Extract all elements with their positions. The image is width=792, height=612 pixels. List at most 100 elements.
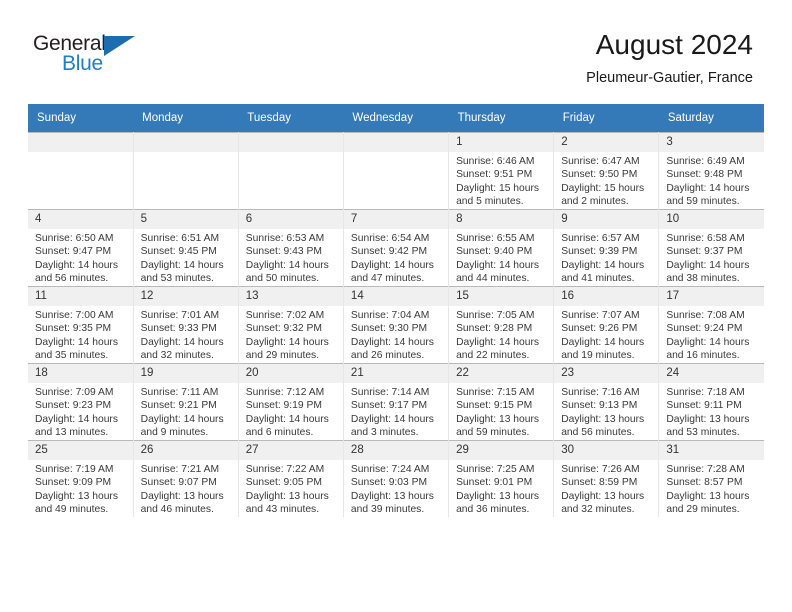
calendar-day-cell[interactable]: 28 Sunrise: 7:24 AM Sunset: 9:03 PM Dayligh…: [342, 440, 450, 517]
day-details: Sunrise: 7:00 AM Sunset: 9:35 PM Daylight:…: [28, 306, 133, 363]
calendar-day-cell[interactable]: 12 Sunrise: 7:01 AM Sunset: 9:33 PM Dayligh…: [132, 286, 239, 364]
day-number: 4: [28, 210, 133, 229]
page-header: General Blue August 2024 Pleumeur-Gautie…: [0, 0, 792, 104]
title-block: August 2024 Pleumeur-Gautier, France: [586, 28, 753, 89]
day-number: 17: [659, 287, 764, 306]
daylight-text: Daylight: 14 hours and 13 minutes.: [35, 413, 118, 439]
day-number: [343, 133, 449, 152]
calendar-day-cell[interactable]: 29 Sunrise: 7:25 AM Sunset: 9:01 PM Dayligh…: [448, 440, 555, 517]
day-details: Sunrise: 6:46 AM Sunset: 9:51 PM Daylight:…: [449, 152, 553, 209]
calendar-week-row: 18 Sunrise: 7:09 AM Sunset: 9:23 PM Dayligh…: [28, 363, 764, 441]
sunset-text: Sunset: 9:48 PM: [666, 169, 743, 181]
sunrise-text: Sunrise: 7:05 AM: [456, 310, 535, 321]
location-subtitle: Pleumeur-Gautier, France: [586, 70, 753, 86]
day-details: Sunrise: 7:05 AM Sunset: 9:28 PM Daylight:…: [449, 306, 553, 363]
calendar-body: 1 Sunrise: 6:46 AM Sunset: 9:51 PM Daylight…: [28, 132, 764, 517]
day-number: 3: [659, 133, 764, 152]
calendar-day-cell[interactable]: 23 Sunrise: 7:16 AM Sunset: 9:13 PM Dayligh…: [553, 363, 660, 441]
sunset-text: Sunset: 9:07 PM: [140, 477, 217, 489]
sunset-text: Sunset: 9:03 PM: [350, 477, 428, 489]
day-details: Sunrise: 7:28 AM Sunset: 8:57 PM Daylight:…: [659, 460, 764, 517]
daylight-text: Daylight: 14 hours and 19 minutes.: [561, 336, 645, 362]
sunset-text: Sunset: 9:24 PM: [666, 323, 743, 335]
calendar-day-cell[interactable]: 22 Sunrise: 7:15 AM Sunset: 9:15 PM Dayligh…: [448, 363, 555, 441]
calendar-day-cell[interactable]: 5 Sunrise: 6:51 AM Sunset: 9:45 PM Daylight…: [132, 209, 239, 287]
calendar-day-cell[interactable]: 13 Sunrise: 7:02 AM Sunset: 9:32 PM Dayligh…: [237, 286, 344, 364]
calendar-day-cell[interactable]: 26 Sunrise: 7:21 AM Sunset: 9:07 PM Dayligh…: [132, 440, 239, 517]
calendar-day-cell[interactable]: 20 Sunrise: 7:12 AM Sunset: 9:19 PM Dayligh…: [237, 363, 344, 441]
calendar-day-cell[interactable]: 14 Sunrise: 7:04 AM Sunset: 9:30 PM Dayligh…: [342, 286, 450, 364]
calendar-day-cell[interactable]: 6 Sunrise: 6:53 AM Sunset: 9:43 PM Daylight…: [237, 209, 344, 287]
day-number: 2: [554, 133, 659, 152]
calendar-day-cell[interactable]: 4 Sunrise: 6:50 AM Sunset: 9:47 PM Daylight…: [28, 209, 134, 287]
calendar-day-cell-empty: [342, 132, 450, 210]
daylight-text: Daylight: 14 hours and 50 minutes.: [245, 259, 329, 285]
day-number: 31: [659, 441, 764, 460]
day-number: 28: [343, 441, 449, 460]
calendar-day-cell[interactable]: 8 Sunrise: 6:55 AM Sunset: 9:40 PM Daylight…: [448, 209, 555, 287]
sunset-text: Sunset: 8:57 PM: [666, 477, 743, 489]
calendar-day-cell[interactable]: 1 Sunrise: 6:46 AM Sunset: 9:51 PM Daylight…: [448, 132, 555, 210]
daylight-text: Daylight: 13 hours and 46 minutes.: [140, 490, 224, 516]
daylight-text: Daylight: 14 hours and 41 minutes.: [561, 259, 645, 285]
sunset-text: Sunset: 9:39 PM: [561, 246, 638, 258]
daylight-text: Daylight: 14 hours and 6 minutes.: [245, 413, 329, 439]
weekday-header-friday: Friday: [553, 104, 659, 133]
day-details: Sunrise: 7:09 AM Sunset: 9:23 PM Daylight:…: [28, 383, 133, 440]
sunrise-text: Sunrise: 7:09 AM: [35, 387, 114, 398]
calendar-day-cell[interactable]: 9 Sunrise: 6:57 AM Sunset: 9:39 PM Daylight…: [553, 209, 660, 287]
day-number: [133, 133, 238, 152]
calendar-day-cell[interactable]: 3 Sunrise: 6:49 AM Sunset: 9:48 PM Daylight…: [658, 132, 764, 210]
calendar-day-cell[interactable]: 7 Sunrise: 6:54 AM Sunset: 9:42 PM Daylight…: [342, 209, 450, 287]
day-number: [238, 133, 343, 152]
daylight-text: Daylight: 14 hours and 3 minutes.: [350, 413, 434, 439]
day-details: Sunrise: 6:53 AM Sunset: 9:43 PM Daylight:…: [239, 229, 343, 286]
daylight-text: Daylight: 14 hours and 59 minutes.: [666, 182, 750, 208]
calendar-day-cell[interactable]: 24 Sunrise: 7:18 AM Sunset: 9:11 PM Dayligh…: [658, 363, 764, 441]
calendar-day-cell[interactable]: 21 Sunrise: 7:14 AM Sunset: 9:17 PM Dayligh…: [342, 363, 450, 441]
daylight-text: Daylight: 13 hours and 39 minutes.: [350, 490, 434, 516]
sunrise-text: Sunrise: 7:11 AM: [140, 387, 219, 398]
calendar-day-cell[interactable]: 10 Sunrise: 6:58 AM Sunset: 9:37 PM Dayligh…: [658, 209, 764, 287]
day-details: Sunrise: 6:49 AM Sunset: 9:48 PM Daylight:…: [659, 152, 764, 209]
sunset-text: Sunset: 9:51 PM: [456, 169, 533, 181]
sunset-text: Sunset: 9:21 PM: [140, 400, 217, 412]
weekday-header-thursday: Thursday: [448, 104, 554, 133]
page-title: August 2024: [595, 29, 753, 60]
day-number: 9: [554, 210, 659, 229]
calendar-day-cell[interactable]: 16 Sunrise: 7:07 AM Sunset: 9:26 PM Dayligh…: [553, 286, 660, 364]
day-number: 24: [659, 364, 764, 383]
weekday-header-wednesday: Wednesday: [343, 104, 449, 133]
calendar-grid: Sunday Monday Tuesday Wednesday Thursday Frid…: [28, 104, 764, 517]
day-number: 16: [554, 287, 659, 306]
calendar-day-cell[interactable]: 31 Sunrise: 7:28 AM Sunset: 8:57 PM Dayligh…: [658, 440, 764, 517]
brand-name-blue: Blue: [62, 52, 103, 75]
sunrise-text: Sunrise: 7:01 AM: [140, 310, 220, 321]
daylight-text: Daylight: 13 hours and 53 minutes.: [666, 413, 750, 439]
calendar-day-cell[interactable]: 15 Sunrise: 7:05 AM Sunset: 9:28 PM Dayligh…: [448, 286, 555, 364]
calendar-day-cell[interactable]: 2 Sunrise: 6:47 AM Sunset: 9:50 PM Daylight…: [553, 132, 660, 210]
calendar-week-row: 1 Sunrise: 6:46 AM Sunset: 9:51 PM Daylight…: [28, 132, 764, 210]
sunset-text: Sunset: 9:05 PM: [245, 477, 322, 489]
calendar-day-cell[interactable]: 25 Sunrise: 7:19 AM Sunset: 9:09 PM Dayligh…: [28, 440, 134, 517]
sunset-text: Sunset: 9:45 PM: [140, 246, 217, 258]
sunset-text: Sunset: 9:33 PM: [140, 323, 217, 335]
day-details: Sunrise: 7:24 AM Sunset: 9:03 PM Daylight:…: [344, 460, 448, 517]
calendar-day-cell[interactable]: 17 Sunrise: 7:08 AM Sunset: 9:24 PM Dayligh…: [658, 286, 764, 364]
daylight-text: Daylight: 14 hours and 26 minutes.: [350, 336, 434, 362]
day-number: 15: [449, 287, 554, 306]
calendar-day-cell[interactable]: 27 Sunrise: 7:22 AM Sunset: 9:05 PM Dayligh…: [237, 440, 344, 517]
calendar-header-row: Sunday Monday Tuesday Wednesday Thursday Frid…: [28, 104, 764, 133]
day-details: Sunrise: 6:51 AM Sunset: 9:45 PM Daylight:…: [134, 229, 238, 286]
day-number: 7: [343, 210, 449, 229]
calendar-day-cell[interactable]: 11 Sunrise: 7:00 AM Sunset: 9:35 PM Dayligh…: [28, 286, 134, 364]
day-details: Sunrise: 7:14 AM Sunset: 9:17 PM Daylight:…: [344, 383, 448, 440]
day-details: Sunrise: 7:18 AM Sunset: 9:11 PM Daylight:…: [659, 383, 764, 440]
brand-logo[interactable]: General Blue: [33, 32, 163, 84]
daylight-text: Daylight: 14 hours and 47 minutes.: [350, 259, 434, 285]
calendar-day-cell[interactable]: 18 Sunrise: 7:09 AM Sunset: 9:23 PM Dayligh…: [28, 363, 134, 441]
calendar-day-cell[interactable]: 19 Sunrise: 7:11 AM Sunset: 9:21 PM Dayligh…: [132, 363, 239, 441]
day-details: Sunrise: 7:02 AM Sunset: 9:32 PM Daylight:…: [239, 306, 343, 363]
daylight-text: Daylight: 14 hours and 16 minutes.: [666, 336, 750, 362]
calendar-day-cell[interactable]: 30 Sunrise: 7:26 AM Sunset: 8:59 PM Dayligh…: [553, 440, 660, 517]
